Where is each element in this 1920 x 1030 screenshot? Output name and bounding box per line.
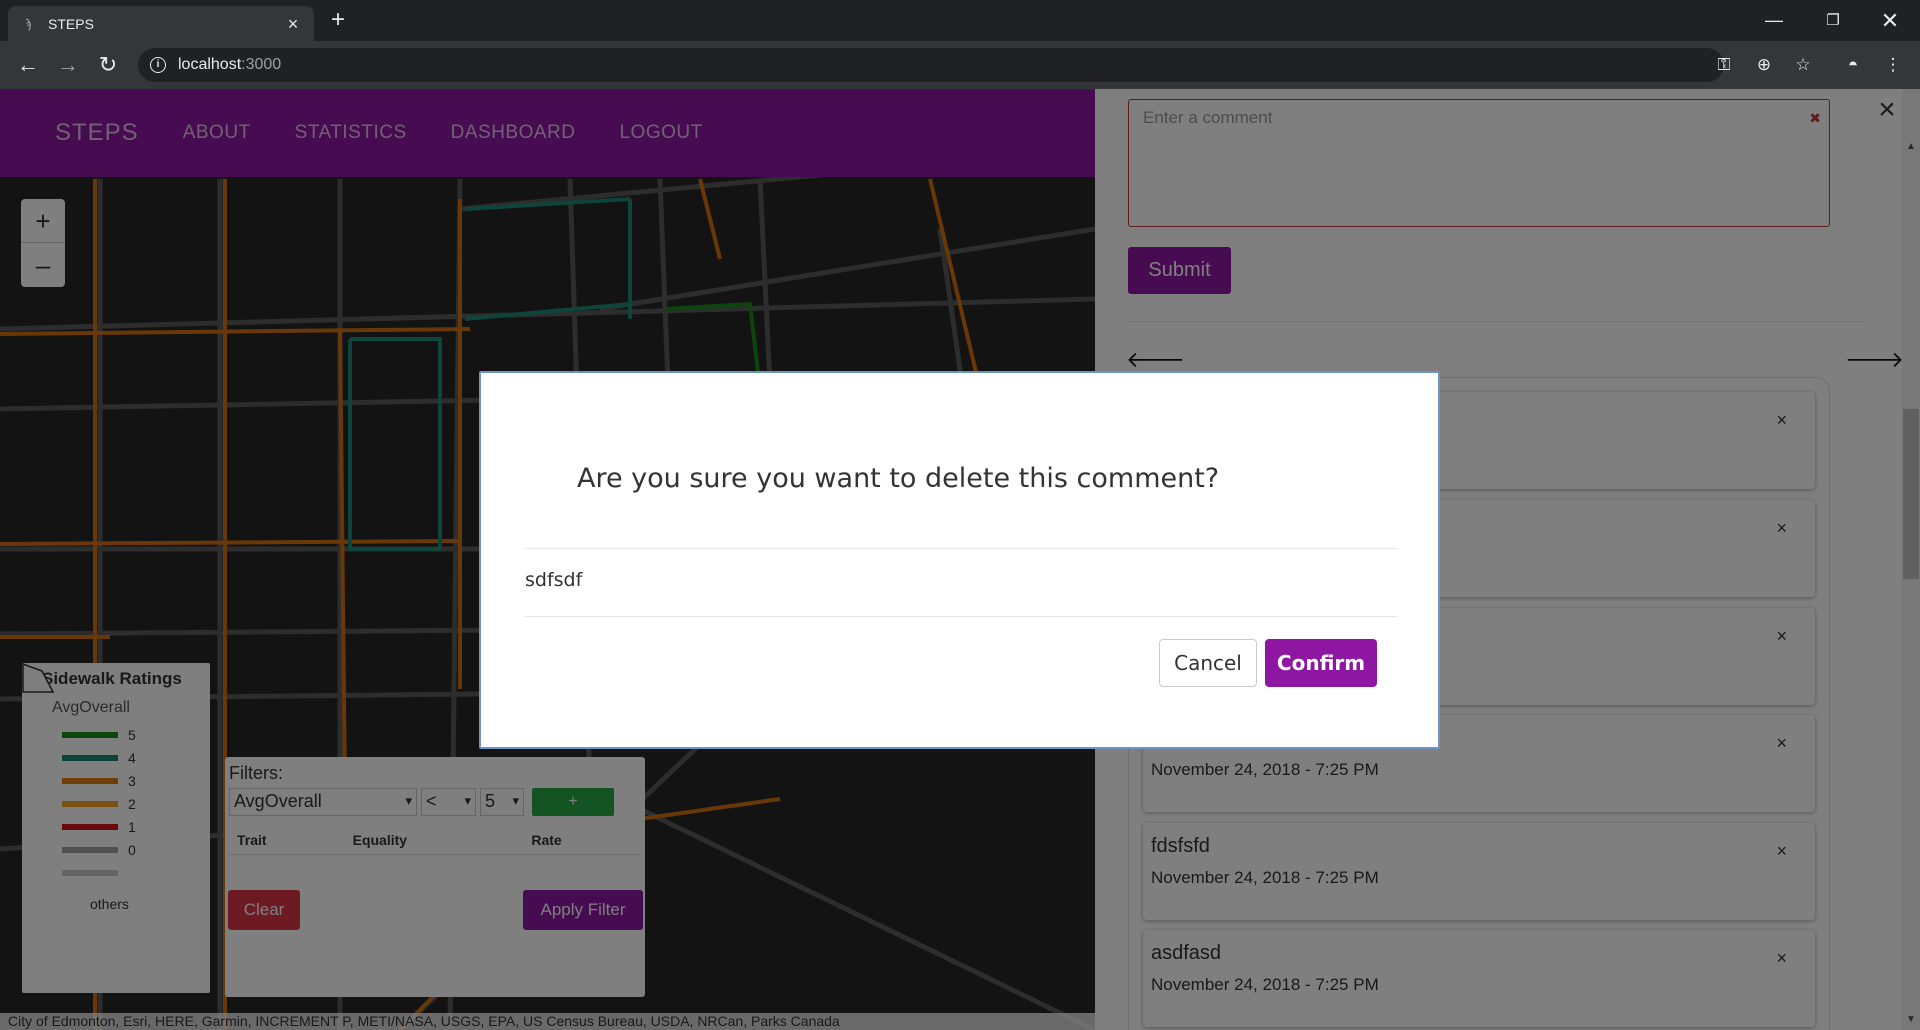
- url-text: localhost:3000: [178, 56, 282, 73]
- dialog-title: Are you sure you want to delete this com…: [577, 463, 1220, 494]
- cancel-button[interactable]: Cancel: [1159, 639, 1257, 687]
- zoom-icon[interactable]: ⊕: [1751, 52, 1777, 78]
- bookmark-star-icon[interactable]: ☆: [1790, 52, 1816, 78]
- restore-icon[interactable]: ❐: [1810, 0, 1856, 41]
- close-tab-icon[interactable]: ×: [284, 15, 302, 33]
- address-bar[interactable]: i localhost:3000: [138, 48, 1724, 82]
- dialog-divider: [525, 616, 1397, 617]
- key-icon[interactable]: ⚿: [1711, 52, 1737, 78]
- favicon-icon: ϡ: [24, 15, 32, 31]
- dialog-divider: [525, 548, 1397, 549]
- confirm-button[interactable]: Confirm: [1265, 639, 1377, 687]
- tab-title: STEPS: [48, 15, 94, 32]
- browser-tabstrip: ϡ STEPS × + — ❐ ✕: [0, 0, 1920, 41]
- browser-tab[interactable]: ϡ STEPS ×: [8, 6, 314, 41]
- minimize-icon[interactable]: —: [1751, 0, 1797, 41]
- reload-icon[interactable]: ↻: [94, 51, 122, 79]
- dialog-comment-text: sdfsdf: [525, 569, 583, 591]
- info-icon[interactable]: i: [150, 57, 166, 73]
- forward-arrow-icon[interactable]: →: [54, 51, 82, 79]
- new-tab-button[interactable]: +: [326, 8, 350, 32]
- delete-confirm-dialog: Are you sure you want to delete this com…: [479, 371, 1440, 749]
- back-arrow-icon[interactable]: ←: [14, 51, 42, 79]
- window-close-icon[interactable]: ✕: [1867, 0, 1913, 41]
- incognito-icon[interactable]: ◓: [1840, 52, 1866, 78]
- menu-icon[interactable]: ⋮: [1880, 52, 1906, 78]
